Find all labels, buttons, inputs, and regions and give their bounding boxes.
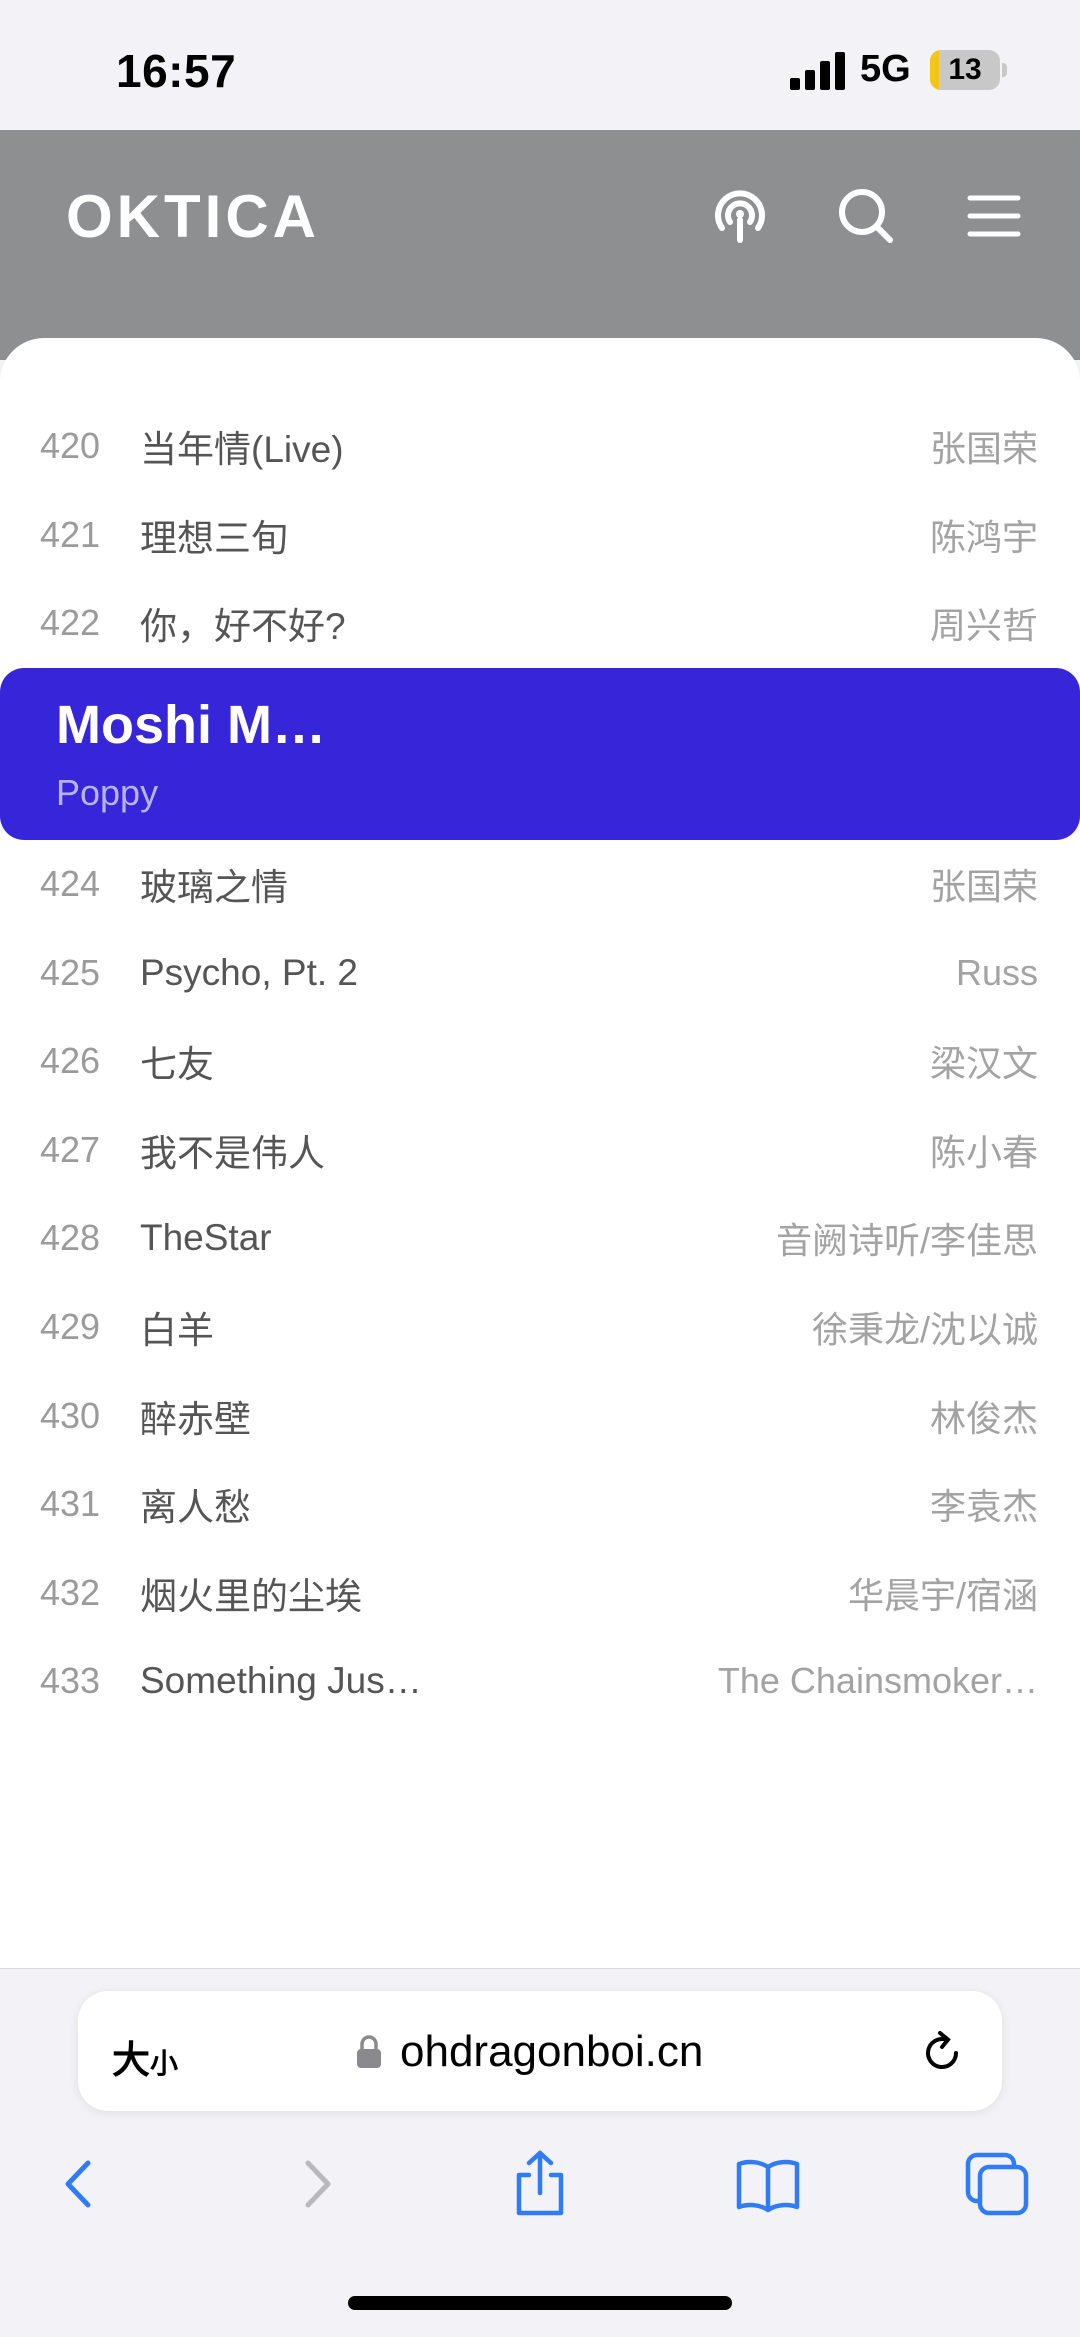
browser-toolbar: 大小 ohdragonboi.cn [0,1968,1080,2337]
list-item[interactable]: 433 Something Jus… The Chainsmoker… [0,1637,1080,1726]
home-indicator[interactable] [348,2296,732,2310]
reload-icon[interactable] [918,2029,966,2077]
battery-icon: 13 [930,50,1007,90]
cellular-signal-icon [790,52,845,90]
track-number: 421 [40,513,101,555]
track-number: 432 [40,1571,101,1613]
track-artist: 徐秉龙/沈以诚 [811,1309,1038,1351]
track-number: 430 [40,1394,101,1436]
network-type: 5G [860,48,911,90]
share-icon[interactable] [505,2149,575,2219]
status-bar: 16:57 5G 13 [0,0,1080,130]
track-list: 420 当年情(Live) 张国荣 421 理想三旬 陈鸿宇 422 你，好不好… [0,402,1080,1726]
site-header: OKTICA [0,130,1080,360]
list-item[interactable]: 431 离人愁 李袁杰 [0,1460,1080,1549]
list-item[interactable]: 429 白羊 徐秉龙/沈以诚 [0,1283,1080,1372]
now-playing-artist: Poppy [56,771,159,813]
track-artist: 张国荣 [929,428,1038,470]
menu-icon[interactable] [962,184,1026,248]
now-playing-title: Moshi M… [56,694,326,755]
track-title: 离人愁 [140,1487,251,1529]
track-artist: 华晨宇/宿涵 [847,1574,1038,1616]
now-playing-item[interactable]: Moshi M… Poppy [0,667,1080,840]
status-time: 16:57 [116,45,237,97]
tabs-icon[interactable] [962,2149,1032,2219]
track-title: 烟火里的尘埃 [140,1575,362,1617]
track-list-card: 420 当年情(Live) 张国荣 421 理想三旬 陈鸿宇 422 你，好不好… [0,338,1080,1968]
podcast-icon[interactable] [708,184,772,248]
track-title: 白羊 [140,1310,214,1352]
list-item[interactable]: 430 醉赤壁 林俊杰 [0,1371,1080,1460]
address-bar[interactable]: 大小 ohdragonboi.cn [78,1991,1002,2111]
track-artist: 张国荣 [929,866,1038,908]
track-artist: 陈小春 [929,1131,1038,1173]
track-number: 420 [40,425,101,467]
track-artist: 音阙诗听/李佳思 [775,1220,1038,1262]
battery-percent: 13 [948,53,982,86]
forward-icon[interactable] [280,2149,350,2219]
track-title: 醉赤壁 [140,1398,251,1440]
back-icon[interactable] [46,2149,116,2219]
track-number: 429 [40,1306,101,1348]
track-title: 你，好不好? [140,606,346,648]
text-size-label-small: 小 [150,2048,179,2079]
list-item[interactable]: 426 七友 梁汉文 [0,1017,1080,1106]
track-title: Psycho, Pt. 2 [140,951,358,993]
track-artist: The Chainsmoker… [717,1660,1038,1702]
text-size-label-big: 大 [112,2040,151,2082]
track-title: 七友 [140,1044,214,1086]
track-artist: Russ [955,951,1038,993]
track-artist: 李袁杰 [929,1486,1038,1528]
track-number: 422 [40,602,101,644]
list-item[interactable]: 425 Psycho, Pt. 2 Russ [0,928,1080,1017]
track-artist: 林俊杰 [929,1397,1038,1439]
track-number: 431 [40,1483,101,1525]
track-artist: 梁汉文 [929,1043,1038,1085]
text-size-button[interactable]: 大小 [112,2029,178,2084]
track-title: 理想三旬 [140,517,288,559]
search-icon[interactable] [834,184,898,248]
track-number: 428 [40,1217,101,1259]
track-artist: 陈鸿宇 [929,516,1038,558]
list-item[interactable]: 420 当年情(Live) 张国荣 [0,402,1080,491]
list-item[interactable]: 422 你，好不好? 周兴哲 [0,579,1080,668]
list-item[interactable]: 421 理想三旬 陈鸿宇 [0,491,1080,580]
track-title: Something Jus… [140,1660,422,1702]
track-title: 我不是伟人 [140,1132,325,1174]
list-item[interactable]: 424 玻璃之情 张国荣 [0,840,1080,929]
list-item[interactable]: 427 我不是伟人 陈小春 [0,1106,1080,1195]
url-text[interactable]: ohdragonboi.cn [400,2027,703,2077]
track-number: 424 [40,863,101,905]
track-title: TheStar [140,1217,272,1259]
track-title: 当年情(Live) [140,429,344,471]
lock-icon [357,2035,381,2068]
track-number: 425 [40,951,101,993]
track-number: 427 [40,1128,101,1170]
list-item[interactable]: 432 烟火里的尘埃 华晨宇/宿涵 [0,1549,1080,1638]
track-artist: 周兴哲 [929,605,1038,647]
list-item[interactable]: 428 TheStar 音阙诗听/李佳思 [0,1194,1080,1283]
site-logo[interactable]: OKTICA [66,182,320,251]
bookmarks-icon[interactable] [733,2149,803,2219]
track-title: 玻璃之情 [140,867,288,909]
track-number: 426 [40,1040,101,1082]
track-number: 433 [40,1660,101,1702]
